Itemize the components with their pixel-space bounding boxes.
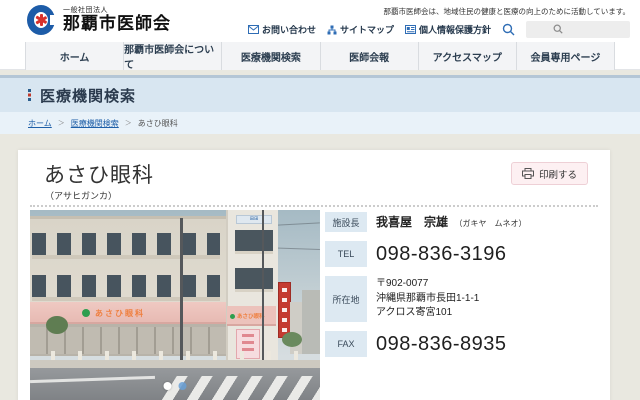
breadcrumb-section[interactable]: 医療機関検索 (71, 118, 119, 129)
contact-link[interactable]: お問い合わせ (247, 23, 316, 36)
carousel-dot[interactable] (178, 382, 187, 390)
address-line: 沖縄県那覇市長田1-1-1 (376, 292, 480, 304)
printer-icon (521, 168, 534, 179)
photo-clinic-sign-2: あさひ眼科 (227, 306, 276, 326)
photo-shrub (46, 316, 68, 334)
title-marker-icon (28, 88, 31, 102)
global-nav: ホーム 那覇市医師会について 医療機関検索 医師会報 アクセスマップ 会員専用ペ… (0, 42, 640, 71)
clinic-details: 施設長 我喜屋 宗雄 （ガキヤ ムネオ） TEL 098-836-3196 所在… (325, 212, 596, 366)
nav-item-members-page[interactable]: 会員専用ページ (517, 42, 616, 70)
detail-row-tel: TEL 098-836-3196 (325, 241, 596, 267)
tel-label: TEL (325, 241, 367, 267)
nav-item-bulletin[interactable]: 医師会報 (321, 42, 419, 70)
print-button[interactable]: 印刷する (510, 162, 588, 185)
search-box (526, 21, 630, 38)
privacy-policy-link[interactable]: 個人情報保護方針 (404, 23, 491, 36)
site-logo[interactable]: 一般社団法人 那覇市医師会 (27, 4, 171, 36)
nav-item-access-map[interactable]: アクセスマップ (419, 42, 517, 70)
photo-shrub (282, 332, 302, 347)
address-label: 所在地 (325, 276, 367, 322)
breadcrumb-home[interactable]: ホーム (28, 118, 52, 129)
breadcrumb-current: あさひ眼科 (137, 118, 178, 128)
mail-icon (247, 25, 259, 34)
site-header: 一般社団法人 那覇市医師会 那覇市医師会は、地域住民の健康と医療の向上のために活… (0, 0, 640, 42)
clinic-photo[interactable]: あさひ眼科 ⊞⊞ あさひ眼科 (30, 210, 320, 400)
fax-label: FAX (325, 331, 367, 357)
photo-carousel-dots (163, 382, 187, 390)
sitemap-icon (327, 25, 337, 35)
photo-utility-pole (262, 210, 264, 366)
search-icon[interactable] (502, 23, 515, 36)
page-title-band: 医療機関検索 (0, 75, 640, 112)
postal-code: 〒902-0077 (376, 278, 429, 290)
director-kana: （ガキヤ ムネオ） (454, 219, 527, 228)
detail-row-address: 所在地 〒902-0077 沖縄県那覇市長田1-1-1 アクロス寄宮101 (325, 276, 596, 322)
search-input[interactable] (526, 21, 630, 38)
nav-item-home[interactable]: ホーム (26, 42, 125, 70)
medical-association-logo-icon (27, 4, 61, 36)
director-label: 施設長 (325, 212, 367, 232)
breadcrumb-separator: ＞ (57, 120, 65, 127)
tel-number: 098-836-3196 (376, 242, 507, 265)
org-name: 那覇市医師会 (63, 13, 171, 33)
id-card-icon (404, 25, 416, 34)
clinic-name-kana: （アサヒガンカ） (45, 191, 118, 201)
photo-utility-pole (180, 218, 183, 364)
director-name: 我喜屋 宗雄 (376, 215, 449, 229)
address-line: アクロス寄宮101 (376, 307, 453, 319)
clinic-sign-logo-icon (82, 309, 90, 317)
photo-tower-sign: ⊞⊞ (236, 215, 272, 224)
nav-item-about[interactable]: 那覇市医師会について (124, 42, 223, 71)
header-tagline: 那覇市医師会は、地域住民の健康と医療の向上のために活動しています。 (383, 7, 630, 16)
photo-background-building (302, 290, 320, 354)
clinic-name: あさひ眼科 (44, 164, 154, 187)
clinic-detail-card: あさひ眼科 （アサヒガンカ） 印刷する あさひ眼科 ⊞⊞ あさひ眼科 施設長 我… (18, 150, 610, 400)
carousel-dot-active[interactable] (163, 382, 172, 390)
clinic-sign-logo-icon (230, 313, 235, 319)
page: 一般社団法人 那覇市医師会 那覇市医師会は、地域住民の健康と医療の向上のために活… (0, 0, 640, 400)
fax-number: 098-836-8935 (376, 332, 507, 355)
breadcrumb: ホーム ＞ 医療機関検索 ＞ あさひ眼科 (0, 112, 640, 134)
nav-item-facility-search[interactable]: 医療機関検索 (222, 42, 321, 70)
page-title: 医療機関検索 (40, 87, 137, 105)
detail-row-director: 施設長 我喜屋 宗雄 （ガキヤ ムネオ） (325, 212, 596, 232)
divider (30, 205, 598, 207)
breadcrumb-separator: ＞ (124, 120, 132, 127)
detail-row-fax: FAX 098-836-8935 (325, 331, 596, 357)
sitemap-link[interactable]: サイトマップ (327, 23, 394, 36)
utility-nav: お問い合わせ サイトマップ 個人情報保護方針 (247, 21, 630, 38)
